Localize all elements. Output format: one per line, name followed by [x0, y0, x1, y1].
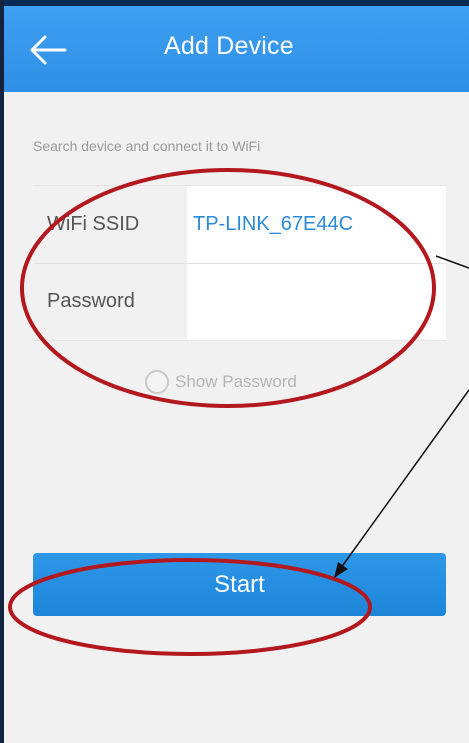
show-password-label: Show Password — [175, 372, 297, 391]
instruction-text: Search device and connect it to WiFi — [33, 138, 261, 154]
password-label: Password — [47, 290, 135, 312]
window-frame-left — [0, 0, 4, 743]
app-bar: Add Device — [4, 6, 469, 92]
pointer-arrow — [337, 389, 469, 573]
back-button[interactable] — [26, 28, 70, 72]
ssid-label: WiFi SSID — [47, 213, 140, 235]
page-title: Add Device — [164, 32, 294, 60]
radio-icon[interactable] — [145, 370, 169, 394]
arrow-left-icon — [30, 35, 67, 65]
row-divider — [33, 263, 446, 264]
show-password-toggle[interactable]: Show Password — [145, 370, 297, 394]
ssid-value[interactable]: TP-LINK_67E44C — [193, 213, 353, 236]
password-input[interactable] — [193, 272, 437, 332]
start-button-label: Start — [214, 570, 265, 598]
start-button[interactable]: Start — [33, 553, 446, 616]
wifi-form: WiFi SSID TP-LINK_67E44C Password — [33, 185, 446, 341]
